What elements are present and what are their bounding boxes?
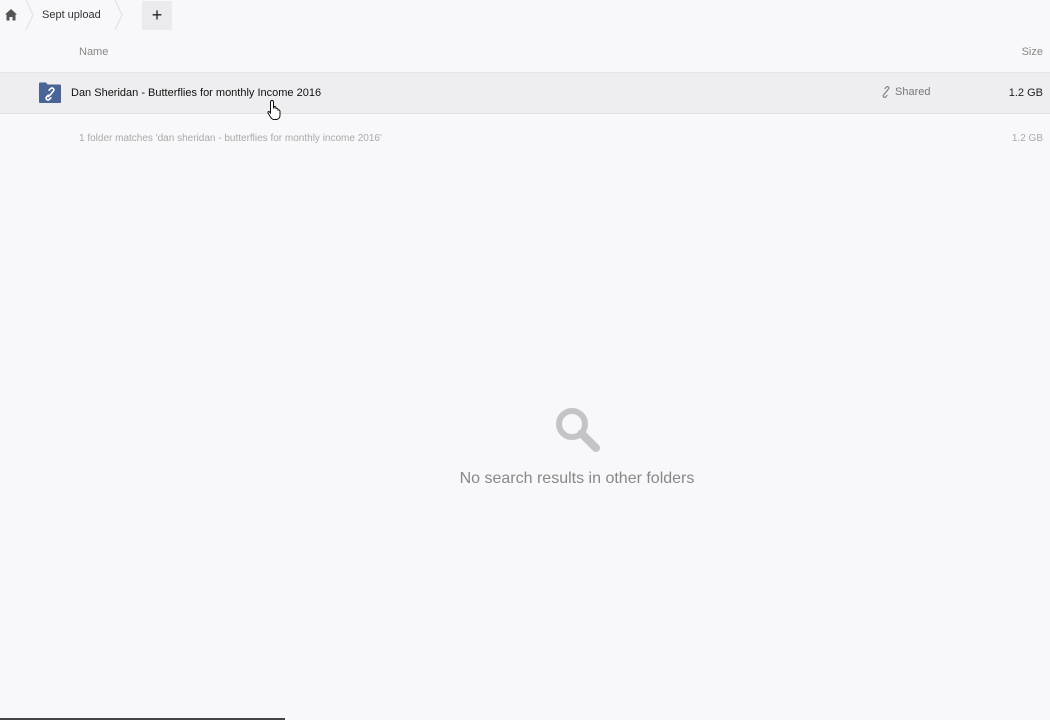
breadcrumb-item-sept-upload[interactable]: Sept upload xyxy=(36,0,111,30)
search-icon xyxy=(556,408,600,452)
breadcrumb: Sept upload xyxy=(0,0,125,30)
file-name[interactable]: Dan Sheridan - Butterflies for monthly I… xyxy=(71,87,321,99)
file-size: 1.2 GB xyxy=(1008,87,1043,99)
hand-cursor-icon xyxy=(267,99,281,120)
shared-label: Shared xyxy=(895,86,931,98)
add-button[interactable]: + xyxy=(142,1,172,30)
file-list-header: Name Size xyxy=(0,38,1050,73)
home-button[interactable] xyxy=(0,0,22,30)
search-summary: 1 folder matches 'dan sheridan - butterf… xyxy=(79,133,382,144)
breadcrumb-separator-icon xyxy=(111,0,125,30)
empty-state-message: No search results in other folders xyxy=(459,470,695,487)
file-browser: Sept upload + Name Size Dan Sheridan - B… xyxy=(0,0,1050,720)
column-header-name[interactable]: Name xyxy=(79,46,108,58)
breadcrumb-separator-icon xyxy=(22,0,36,30)
summary-size: 1.2 GB xyxy=(1011,133,1043,144)
shared-status[interactable]: Shared xyxy=(880,86,930,98)
shared-folder-icon xyxy=(39,82,61,103)
column-header-size[interactable]: Size xyxy=(1022,46,1043,58)
link-icon xyxy=(882,86,890,98)
home-icon xyxy=(5,9,17,21)
table-row[interactable]: Dan Sheridan - Butterflies for monthly I… xyxy=(0,73,1050,114)
